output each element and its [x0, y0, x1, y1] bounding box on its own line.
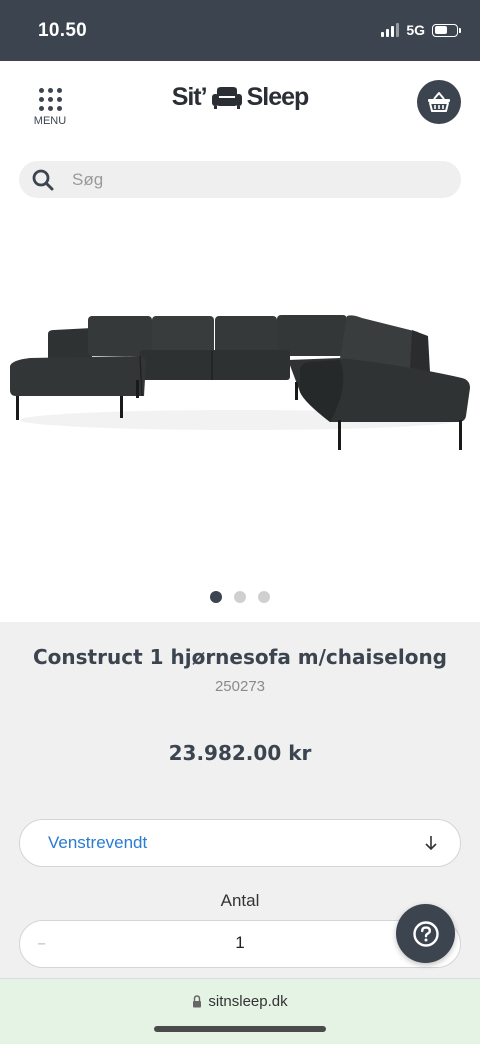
status-time: 10.50 — [38, 20, 88, 41]
status-indicators: 5G — [381, 22, 461, 38]
basket-button[interactable] — [417, 80, 461, 124]
lock-icon — [193, 995, 202, 1008]
search-icon[interactable] — [23, 168, 63, 192]
signal-icon — [381, 23, 400, 37]
search-bar[interactable] — [19, 161, 461, 198]
carousel-dot[interactable] — [258, 591, 270, 603]
carousel-dot[interactable] — [210, 591, 222, 603]
url-text: sitnsleep.dk — [208, 993, 288, 1010]
site-header: MENU Sit’ Sleep — [0, 61, 480, 143]
arrow-down-icon — [425, 836, 437, 851]
armchair-icon — [211, 86, 242, 109]
help-button[interactable] — [396, 904, 455, 963]
product-sku: 250273 — [214, 678, 266, 695]
search-input[interactable] — [72, 169, 412, 190]
question-mark-icon — [412, 920, 439, 947]
url-field[interactable]: sitnsleep.dk — [0, 993, 480, 1010]
carousel-dot[interactable] — [234, 591, 246, 603]
browser-url-bar: sitnsleep.dk — [0, 978, 480, 1044]
variant-selected-value: Venstrevendt — [48, 833, 148, 852]
status-bar: 10.50 5G — [0, 0, 480, 61]
battery-level — [434, 26, 448, 34]
battery-icon — [432, 23, 461, 37]
basket-icon — [428, 92, 450, 112]
menu-label: MENU — [33, 115, 67, 127]
site-logo[interactable]: Sit’ Sleep — [0, 83, 480, 112]
quantity-label: Antal — [220, 891, 260, 910]
product-title: Construct 1 hjørnesofa m/chaiselong — [33, 645, 447, 669]
network-type: 5G — [406, 22, 425, 38]
variant-select[interactable]: Venstrevendt — [19, 819, 461, 867]
home-indicator[interactable] — [154, 1026, 326, 1032]
quantity-value[interactable]: 1 — [20, 933, 460, 953]
carousel-dots — [0, 591, 480, 603]
product-image[interactable] — [0, 210, 480, 590]
product-price: 23.982.00 kr — [168, 741, 312, 765]
quantity-stepper[interactable]: – 1 — [19, 920, 461, 968]
logo-text-left: Sit’ — [171, 83, 208, 111]
logo-text-right: Sleep — [246, 83, 310, 111]
